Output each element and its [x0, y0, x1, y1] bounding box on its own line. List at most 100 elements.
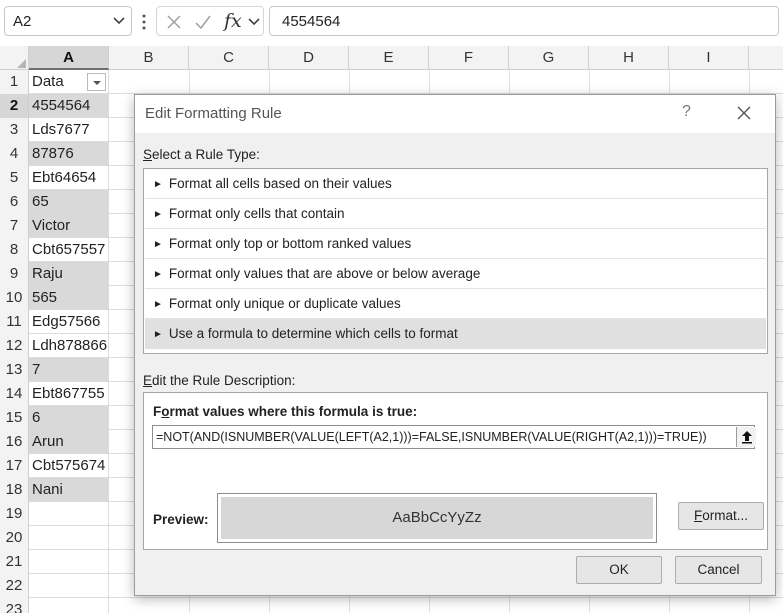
- row-header[interactable]: 15: [0, 406, 29, 430]
- cell-a[interactable]: Ebt64654: [29, 166, 109, 190]
- cell-value: Edg57566: [32, 313, 101, 330]
- rule-type-item[interactable]: ► Format only values that are above or be…: [145, 259, 766, 289]
- rule-type-item[interactable]: ► Format all cells based on their values: [145, 169, 766, 199]
- cell-value: 4554564: [32, 97, 91, 114]
- row-header[interactable]: 17: [0, 454, 29, 478]
- close-icon[interactable]: [736, 105, 752, 121]
- edit-formatting-rule-dialog: Edit Formatting Rule ? Select a Rule Typ…: [134, 94, 776, 596]
- cell-a[interactable]: Lds7677: [29, 118, 109, 142]
- row-header[interactable]: 10: [0, 286, 29, 310]
- column-header-g[interactable]: G: [509, 46, 589, 70]
- cell-a[interactable]: Cbt657557: [29, 238, 109, 262]
- cell-a[interactable]: Ebt867755: [29, 382, 109, 406]
- bullet-arrow-icon: ►: [153, 269, 163, 280]
- cell-a[interactable]: 65: [29, 190, 109, 214]
- rule-type-list[interactable]: ► Format all cells based on their values …: [143, 168, 768, 354]
- filter-dropdown-icon[interactable]: [87, 73, 106, 91]
- row-header[interactable]: 8: [0, 238, 29, 262]
- cell-a[interactable]: [29, 598, 109, 613]
- cell-a[interactable]: [29, 526, 109, 550]
- cell-value: 6: [32, 409, 41, 426]
- row-header[interactable]: 1: [0, 70, 29, 94]
- row-header[interactable]: 6: [0, 190, 29, 214]
- row-header[interactable]: 23: [0, 598, 29, 613]
- rule-type-item-selected[interactable]: ► Use a formula to determine which cells …: [145, 319, 766, 349]
- row-header[interactable]: 7: [0, 214, 29, 238]
- chevron-down-icon[interactable]: [112, 12, 126, 30]
- column-header-h[interactable]: H: [589, 46, 669, 70]
- column-header-d[interactable]: D: [269, 46, 349, 70]
- row-header[interactable]: 22: [0, 574, 29, 598]
- bullet-arrow-icon: ►: [153, 329, 163, 340]
- cell-a[interactable]: Raju: [29, 262, 109, 286]
- cell-a[interactable]: Arun: [29, 430, 109, 454]
- cell-a[interactable]: Cbt575674: [29, 454, 109, 478]
- enter-check-icon[interactable]: [193, 12, 213, 32]
- row-header[interactable]: 11: [0, 310, 29, 334]
- insert-function-icon[interactable]: fx: [224, 10, 242, 32]
- row-header[interactable]: 2: [0, 94, 29, 118]
- cell-a[interactable]: Victor: [29, 214, 109, 238]
- row-header[interactable]: 16: [0, 430, 29, 454]
- bullet-arrow-icon: ►: [153, 179, 163, 190]
- cell-a[interactable]: [29, 502, 109, 526]
- column-header-i[interactable]: I: [669, 46, 749, 70]
- help-icon[interactable]: ?: [682, 103, 696, 123]
- column-header-e[interactable]: E: [349, 46, 429, 70]
- cancel-button[interactable]: Cancel: [675, 556, 762, 584]
- cell-a[interactable]: 4554564: [29, 94, 109, 118]
- column-header-a[interactable]: A: [29, 46, 109, 70]
- row-header[interactable]: 13: [0, 358, 29, 382]
- chevron-down-icon[interactable]: [247, 13, 261, 31]
- cell-value: Ebt867755: [32, 385, 105, 402]
- row-header[interactable]: 4: [0, 142, 29, 166]
- row-header[interactable]: 21: [0, 550, 29, 574]
- row-header[interactable]: 14: [0, 382, 29, 406]
- column-header-b[interactable]: B: [109, 46, 189, 70]
- cell-a[interactable]: Ldh878866: [29, 334, 109, 358]
- rule-type-item[interactable]: ► Format only top or bottom ranked values: [145, 229, 766, 259]
- formula-input[interactable]: 4554564: [269, 6, 779, 36]
- cell-a[interactable]: [29, 550, 109, 574]
- bullet-arrow-icon: ►: [153, 209, 163, 220]
- bullet-arrow-icon: ►: [153, 299, 163, 310]
- dialog-title: Edit Formatting Rule: [145, 105, 282, 122]
- format-button[interactable]: Format...: [678, 502, 764, 530]
- cell-value: Raju: [32, 265, 63, 282]
- preview-label: Preview:: [153, 512, 209, 527]
- select-rule-type-label: Select a Rule Type:: [143, 147, 260, 162]
- row-header[interactable]: 3: [0, 118, 29, 142]
- formula-bar: A2 fx 4554564: [0, 0, 783, 44]
- formula-controls: fx: [156, 6, 264, 36]
- ok-button[interactable]: OK: [576, 556, 662, 584]
- row-header[interactable]: 12: [0, 334, 29, 358]
- cell-value: 65: [32, 193, 49, 210]
- cell-a[interactable]: 565: [29, 286, 109, 310]
- cell-a[interactable]: 7: [29, 358, 109, 382]
- more-options-icon[interactable]: [141, 12, 147, 32]
- cell-a[interactable]: Edg57566: [29, 310, 109, 334]
- row-header[interactable]: 9: [0, 262, 29, 286]
- row-header[interactable]: 5: [0, 166, 29, 190]
- rule-type-item[interactable]: ► Format only cells that contain: [145, 199, 766, 229]
- name-box[interactable]: A2: [4, 6, 132, 36]
- sheet-row: 1 Data: [0, 70, 783, 94]
- cell-value: 565: [32, 289, 58, 306]
- cell-a[interactable]: Nani: [29, 478, 109, 502]
- cancel-x-icon[interactable]: [164, 12, 184, 32]
- cell-a[interactable]: 6: [29, 406, 109, 430]
- formula-input-value: 4554564: [282, 13, 341, 30]
- collapse-dialog-button[interactable]: [736, 427, 756, 447]
- preview-sample: AaBbCcYyZz: [221, 497, 653, 539]
- rule-description-panel: Format values where this formula is true…: [143, 392, 768, 550]
- rule-type-item[interactable]: ► Format only unique or duplicate values: [145, 289, 766, 319]
- cell-a[interactable]: 87876: [29, 142, 109, 166]
- rule-formula-input[interactable]: =NOT(AND(ISNUMBER(VALUE(LEFT(A2,1)))=FAL…: [152, 425, 756, 449]
- row-header[interactable]: 19: [0, 502, 29, 526]
- column-header-f[interactable]: F: [429, 46, 509, 70]
- cell-a[interactable]: [29, 574, 109, 598]
- select-all-button[interactable]: [0, 46, 29, 70]
- row-header[interactable]: 20: [0, 526, 29, 550]
- column-header-c[interactable]: C: [189, 46, 269, 70]
- row-header[interactable]: 18: [0, 478, 29, 502]
